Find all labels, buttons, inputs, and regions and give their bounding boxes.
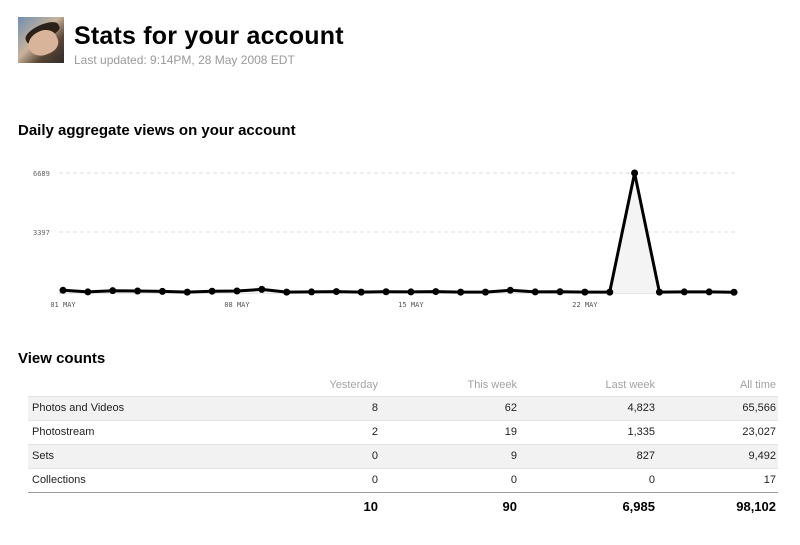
cell-this-week: 19 (504, 426, 517, 438)
cell-last-week: 4,823 (517, 396, 655, 420)
header-all-time: All time (739, 378, 776, 391)
cell-yesterday: 2 (371, 426, 378, 438)
header-this-week: This week (467, 378, 517, 391)
data-point[interactable] (680, 288, 688, 296)
data-point[interactable] (631, 169, 639, 177)
cell-yesterday: 0 (371, 474, 378, 486)
data-point[interactable] (606, 288, 614, 296)
header-last-week: Last week (605, 378, 655, 391)
data-point[interactable] (283, 288, 291, 296)
row-label[interactable]: Photostream (28, 420, 214, 444)
data-point[interactable] (457, 288, 465, 296)
x-tick-label: 08 MAY (224, 301, 250, 309)
data-point[interactable] (655, 288, 663, 296)
data-point[interactable] (158, 287, 166, 295)
data-point[interactable] (357, 288, 365, 296)
totals-label (28, 491, 214, 520)
last-updated: Last updated: 9:14PM, 28 May 2008 EDT (74, 53, 295, 67)
total-all-time: 98,102 (655, 491, 778, 520)
header-yesterday: Yesterday (329, 378, 378, 391)
cell-all-time: 17 (763, 474, 776, 486)
data-point[interactable] (233, 287, 241, 295)
data-point[interactable] (109, 287, 117, 295)
y-tick-label: 6689 (33, 170, 50, 178)
view-counts-title: View counts (18, 350, 106, 367)
cell-last-week: 0 (648, 474, 655, 486)
x-tick-label: 22 MAY (572, 301, 598, 309)
x-tick-label: 01 MAY (50, 301, 76, 309)
cell-yesterday: 0 (214, 444, 378, 468)
data-point[interactable] (730, 288, 738, 296)
cell-this-week: 0 (510, 474, 517, 486)
avatar[interactable] (18, 17, 64, 63)
data-point[interactable] (183, 288, 191, 296)
cell-all-time: 65,566 (655, 396, 778, 420)
x-tick-label: 15 MAY (398, 301, 424, 309)
data-point[interactable] (556, 288, 564, 296)
cell-yesterday: 8 (214, 396, 378, 420)
data-point[interactable] (208, 287, 216, 295)
data-point[interactable] (432, 288, 440, 296)
cell-last-week: 827 (517, 444, 655, 468)
cell-this-week: 62 (378, 396, 517, 420)
chart-section-title: Daily aggregate views on your account (18, 122, 296, 139)
data-point[interactable] (258, 285, 266, 293)
table-header-row: Yesterday This week Last week All time (28, 374, 778, 396)
data-point[interactable] (84, 288, 92, 296)
data-point[interactable] (382, 288, 390, 296)
header-label-column (28, 374, 214, 396)
data-point[interactable] (308, 288, 316, 296)
cell-all-time: 9,492 (655, 444, 778, 468)
cell-last-week: 1,335 (627, 426, 655, 438)
table-row-sets[interactable]: Sets 0 9 827 9,492 (28, 444, 778, 468)
row-label[interactable]: Photos and Videos (28, 396, 214, 420)
daily-views-chart: 6689 3397 01 MAY 08 MAY 15 MAY 22 MAY (28, 162, 758, 312)
total-this-week: 90 (378, 491, 517, 520)
data-point[interactable] (407, 288, 415, 296)
total-last-week: 6,985 (517, 491, 655, 520)
data-point[interactable] (506, 286, 514, 294)
data-point[interactable] (332, 288, 340, 296)
row-label[interactable]: Sets (28, 444, 214, 468)
cell-all-time: 23,027 (742, 426, 776, 438)
data-point[interactable] (481, 288, 489, 296)
table-row-photos-and-videos[interactable]: Photos and Videos 8 62 4,823 65,566 (28, 396, 778, 420)
y-tick-label: 3397 (33, 229, 50, 237)
page-title: Stats for your account (74, 22, 344, 50)
series-area (63, 173, 734, 293)
row-label[interactable]: Collections (28, 468, 214, 492)
total-yesterday: 10 (214, 491, 378, 520)
data-point[interactable] (59, 286, 67, 294)
data-point[interactable] (531, 288, 539, 296)
table-row-photostream[interactable]: Photostream 2 19 1,335 23,027 (28, 420, 778, 444)
table-totals-row: 10 90 6,985 98,102 (28, 491, 778, 520)
view-counts-table: Yesterday This week Last week All time P… (28, 374, 778, 520)
table-row-collections[interactable]: Collections 0 0 0 17 (28, 468, 778, 492)
chart-svg: 6689 3397 01 MAY 08 MAY 15 MAY 22 MAY (33, 169, 738, 309)
data-point[interactable] (581, 288, 589, 296)
cell-this-week: 9 (378, 444, 517, 468)
data-point[interactable] (134, 287, 142, 295)
data-point[interactable] (705, 288, 713, 296)
